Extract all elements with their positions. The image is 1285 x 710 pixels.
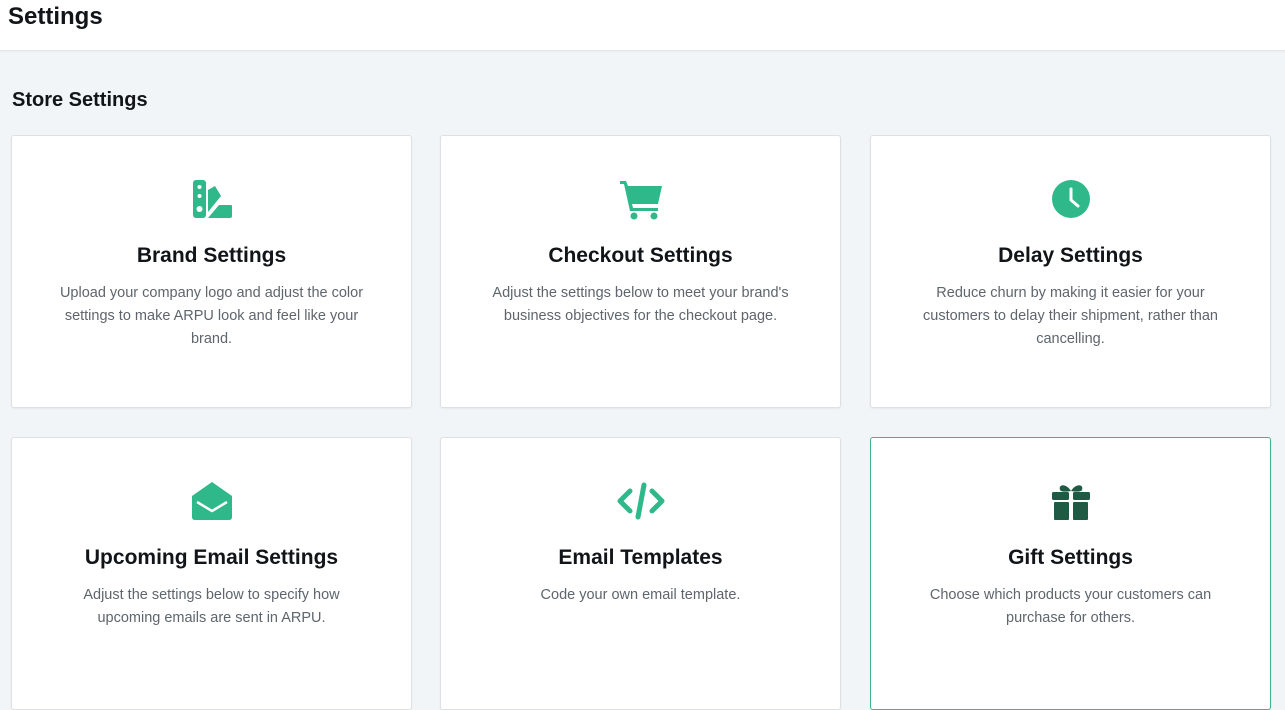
checkout-settings-card[interactable]: Checkout Settings Adjust the settings be… [440,135,841,408]
card-description: Code your own email template. [540,587,741,603]
gift-icon [871,478,1270,524]
card-description: Upload your company logo and adjust the … [59,285,364,347]
card-title: Gift Settings [1008,546,1133,569]
card-title: Delay Settings [998,244,1143,267]
gift-settings-card[interactable]: Gift Settings Choose which products your… [870,437,1271,710]
card-title: Upcoming Email Settings [84,546,339,569]
card-description: Adjust the settings below to meet your b… [492,285,789,324]
palette-swatch-icon [12,176,411,222]
card-description: Choose which products your customers can… [929,587,1212,626]
card-description: Reduce churn by making it easier for you… [923,285,1218,347]
envelope-open-icon [12,478,411,524]
upcoming-email-settings-card[interactable]: Upcoming Email Settings Adjust the setti… [11,437,412,710]
code-icon [441,478,840,524]
page-title: Settings [8,3,103,30]
section-title: Store Settings [12,89,148,111]
card-title: Checkout Settings [548,244,733,267]
card-title: Email Templates [558,546,723,569]
email-templates-card[interactable]: Email Templates Code your own email temp… [440,437,841,710]
card-description: Adjust the settings below to specify how… [83,587,340,626]
brand-settings-card[interactable]: Brand Settings Upload your company logo … [11,135,412,408]
clock-icon [871,176,1270,222]
delay-settings-card[interactable]: Delay Settings Reduce churn by making it… [870,135,1271,408]
card-title: Brand Settings [136,244,287,267]
top-bar: Settings [0,0,1285,51]
shopping-cart-icon [441,176,840,222]
